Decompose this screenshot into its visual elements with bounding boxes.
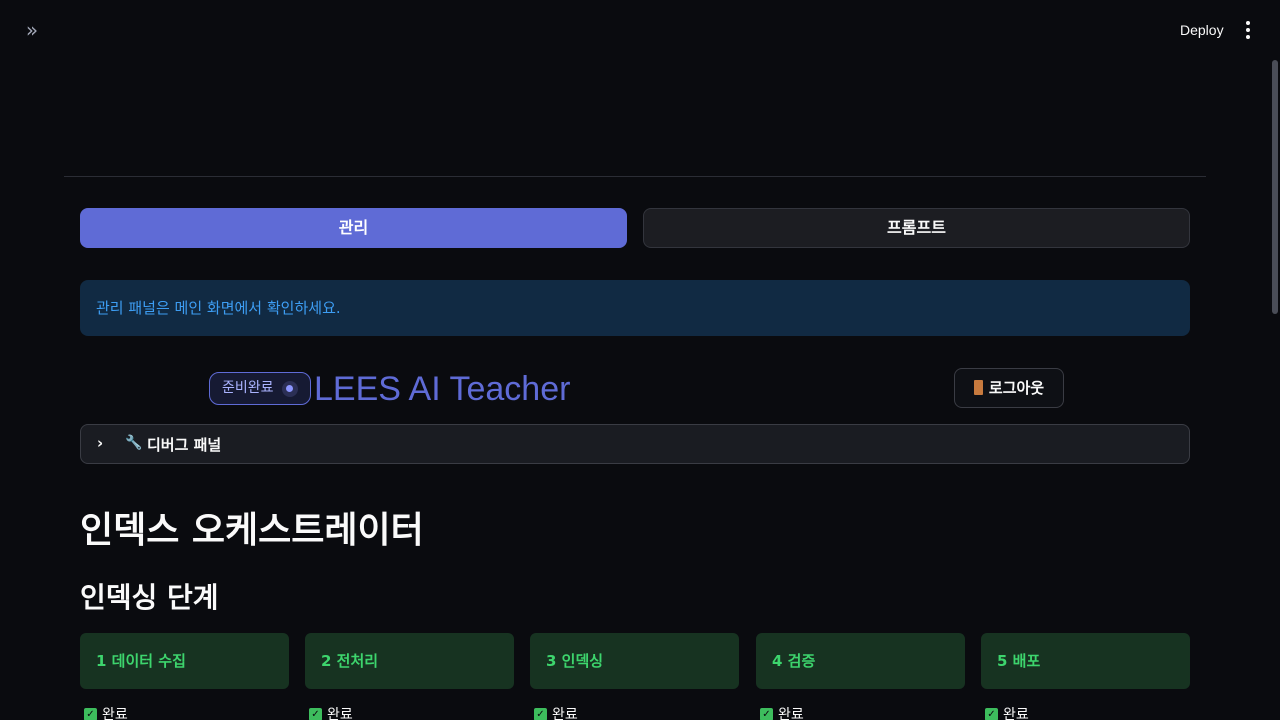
deploy-button[interactable]: Deploy [1172,16,1232,44]
step-status-label: 완료 [102,707,128,720]
debug-panel-label: 디버그 패널 [147,436,222,454]
top-toolbar: » Deploy [0,0,1280,60]
section-title: 인덱싱 단계 [80,581,219,614]
page-title: 인덱스 오케스트레이터 [80,510,424,551]
step-status-label: 완료 [552,707,578,720]
divider [64,176,1206,177]
step-card-4: 4 검증 [756,633,965,689]
scrollbar[interactable] [1272,60,1278,314]
step-status-2: ✓ 완료 [309,704,353,720]
step-status-label: 완료 [1003,707,1029,720]
logout-label: 로그아웃 [988,379,1045,397]
tab-prompt[interactable]: 프롬프트 [643,208,1190,248]
check-icon: ✓ [309,707,322,720]
step-card-3: 3 인덱싱 [530,633,739,689]
more-menu-icon[interactable] [1236,18,1260,42]
logout-button[interactable]: 로그아웃 [954,368,1064,408]
wrench-icon: 🔧 [125,435,143,451]
check-icon: ✓ [84,707,97,720]
step-card-2: 2 전처리 [305,633,514,689]
step-card-1: 1 데이터 수집 [80,633,289,689]
door-icon [973,380,983,395]
step-status-5: ✓ 완료 [985,704,1029,720]
debug-panel-expander[interactable]: › 🔧 디버그 패널 [80,424,1190,464]
step-status-label: 완료 [778,707,804,720]
step-status-1: ✓ 완료 [84,704,128,720]
status-badge: 준비완료 [209,372,311,405]
chevron-right-icon: › [97,434,104,452]
check-icon: ✓ [534,707,547,720]
app-title: LEES AI Teacher [314,370,571,408]
info-alert: 관리 패널은 메인 화면에서 확인하세요. [80,280,1190,336]
status-badge-label: 준비완료 [222,380,274,396]
step-status-3: ✓ 완료 [534,704,578,720]
check-icon: ✓ [760,707,773,720]
status-dot-icon [281,380,298,397]
expand-sidebar-icon[interactable]: » [20,18,44,42]
tab-admin[interactable]: 관리 [80,208,627,248]
step-status-4: ✓ 완료 [760,704,804,720]
step-card-5: 5 배포 [981,633,1190,689]
check-icon: ✓ [985,707,998,720]
step-status-label: 완료 [327,707,353,720]
